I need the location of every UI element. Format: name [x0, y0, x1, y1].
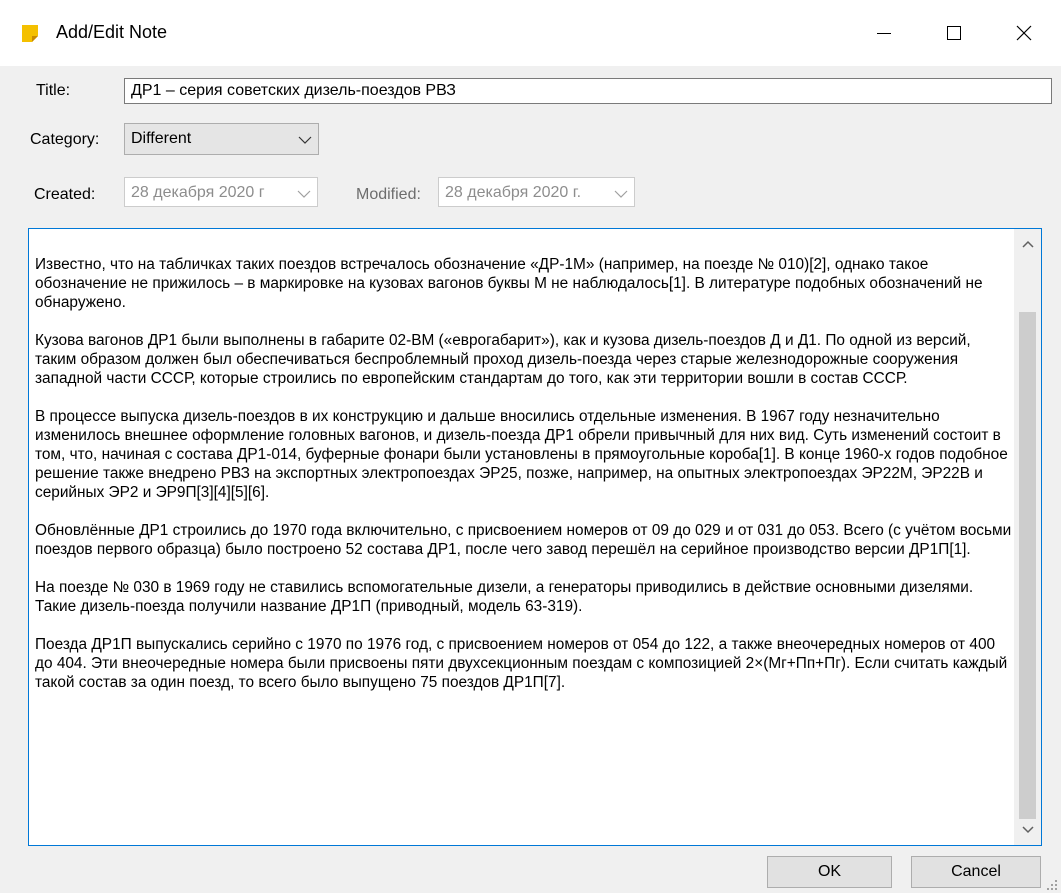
note-paragraph: На поезде № 030 в 1969 году не ставились… — [35, 579, 974, 615]
title-bar[interactable]: Add/Edit Note — [0, 0, 1061, 66]
note-paragraph: Обновлённые ДР1 строились до 1970 года в… — [35, 522, 1012, 558]
maximize-icon — [947, 26, 961, 40]
created-date-picker[interactable]: 28 декабря 2020 г — [124, 177, 318, 207]
created-label: Created: — [34, 186, 96, 203]
window-title: Add/Edit Note — [56, 22, 168, 42]
scroll-up-button[interactable] — [1014, 229, 1041, 259]
vertical-scrollbar[interactable] — [1014, 229, 1041, 845]
note-paragraph: В процессе выпуска дизель-поездов в их к… — [35, 408, 1008, 501]
modified-label: Modified: — [356, 186, 421, 203]
resize-grip-icon[interactable] — [1046, 878, 1058, 890]
created-date-value: 28 декабря 2020 г — [131, 184, 265, 201]
chevron-down-icon — [298, 132, 312, 150]
chevron-down-icon — [1021, 821, 1034, 839]
modified-date-picker[interactable]: 28 декабря 2020 г. — [438, 177, 635, 207]
maximize-button[interactable] — [919, 0, 989, 66]
title-input[interactable]: ДР1 – серия советских дизель-поездов РВЗ — [124, 78, 1052, 104]
note-body-editor[interactable]: Известно, что на табличках таких поездов… — [28, 228, 1042, 846]
sticky-note-icon — [22, 25, 38, 42]
note-paragraph: Известно, что на табличках таких поездов… — [35, 256, 983, 311]
close-icon — [1016, 25, 1032, 41]
category-select[interactable]: Different — [124, 123, 319, 155]
ok-button[interactable]: OK — [767, 856, 892, 888]
add-edit-note-window: Add/Edit Note Title: ДР1 – серия советск… — [0, 0, 1061, 893]
chevron-down-icon — [297, 186, 311, 204]
note-body-text[interactable]: Известно, что на табличках таких поездов… — [35, 255, 1015, 711]
minimize-icon — [877, 26, 891, 40]
scrollbar-thumb[interactable] — [1019, 312, 1036, 819]
note-paragraph: Кузова вагонов ДР1 были выполнены в габа… — [35, 332, 971, 387]
scroll-down-button[interactable] — [1014, 815, 1041, 845]
chevron-down-icon — [614, 186, 628, 204]
chevron-up-icon — [1021, 235, 1034, 253]
close-button[interactable] — [989, 0, 1059, 66]
cancel-button[interactable]: Cancel — [911, 856, 1041, 888]
category-value: Different — [131, 130, 192, 147]
category-label: Category: — [30, 131, 100, 148]
title-label: Title: — [36, 82, 71, 99]
minimize-button[interactable] — [849, 0, 919, 66]
modified-date-value: 28 декабря 2020 г. — [445, 184, 582, 201]
note-paragraph: Поезда ДР1П выпускались серийно с 1970 п… — [35, 636, 1008, 691]
